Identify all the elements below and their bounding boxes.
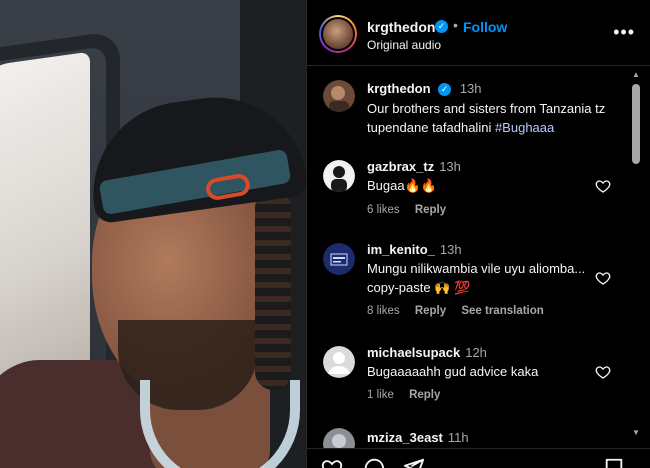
comment-username[interactable]: michaelsupack 12h	[367, 345, 487, 360]
post-panel: krgthedon ✓ • Follow Original audio ••• …	[306, 0, 650, 468]
reply-button[interactable]: Reply	[415, 305, 446, 317]
scroll-down-arrow-icon[interactable]: ▼	[632, 428, 640, 437]
heart-icon[interactable]	[595, 364, 611, 380]
avatar[interactable]	[319, 15, 357, 53]
comment-time: 13h	[439, 242, 462, 257]
likes-count[interactable]: 6 likes	[367, 204, 400, 216]
likes-count[interactable]: 1 like	[367, 389, 394, 401]
caption-username[interactable]: krgthedon ✓ 13h	[367, 81, 482, 96]
hashtag-link[interactable]: #Bughaaa	[495, 120, 554, 135]
comment-username[interactable]: mziza_3east 11h	[367, 430, 469, 445]
follow-button[interactable]: Follow	[463, 19, 507, 35]
avatar[interactable]	[323, 80, 355, 112]
braids	[255, 190, 291, 390]
comment-text: Bugaa🔥🔥	[367, 178, 437, 193]
comment-time: 12h	[465, 345, 487, 360]
audio-link[interactable]: Original audio	[367, 38, 441, 52]
separator-dot: •	[453, 17, 458, 33]
scrollbar-thumb[interactable]	[632, 84, 640, 164]
comment-time: 13h	[439, 159, 461, 174]
share-icon[interactable]	[403, 457, 425, 468]
post-header: krgthedon ✓ • Follow Original audio •••	[307, 0, 650, 66]
reel-video[interactable]	[0, 0, 306, 468]
caption-text: Our brothers and sisters from Tanzania t…	[367, 101, 606, 135]
verified-badge-icon: ✓	[438, 83, 452, 96]
bookmark-icon[interactable]	[603, 457, 625, 468]
comments-list[interactable]: krgthedon ✓ 13h Our brothers and sisters…	[307, 66, 650, 448]
avatar[interactable]	[323, 243, 355, 275]
comment-meta: 6 likes Reply	[367, 204, 458, 216]
more-options-icon[interactable]: •••	[613, 22, 635, 43]
comment-meta: 8 likes Reply See translation	[367, 305, 556, 317]
reply-button[interactable]: Reply	[409, 389, 440, 401]
reply-button[interactable]: Reply	[415, 204, 446, 216]
avatar[interactable]	[323, 346, 355, 378]
scroll-up-arrow-icon[interactable]: ▲	[632, 70, 640, 79]
chain-necklace	[140, 380, 300, 468]
comment-username[interactable]: gazbrax_tz 13h	[367, 159, 461, 174]
comment-text: Bugaaaaahh gud advice kaka	[367, 364, 539, 379]
verified-badge-icon: ✓	[435, 20, 448, 33]
comment-time: 11h	[447, 430, 469, 445]
caption-time: 13h	[459, 81, 482, 96]
comment-text: Mungu nilikwambia vile uyu aliomba... co…	[367, 261, 586, 295]
see-translation-button[interactable]: See translation	[461, 305, 543, 317]
likes-count[interactable]: 8 likes	[367, 305, 400, 317]
avatar[interactable]	[323, 160, 355, 192]
heart-icon[interactable]	[595, 270, 611, 286]
author-username[interactable]: krgthedon	[367, 19, 435, 35]
avatar[interactable]	[323, 428, 355, 448]
heart-icon[interactable]	[595, 178, 611, 194]
comment-username[interactable]: im_kenito_ 13h	[367, 242, 462, 257]
comment-icon[interactable]	[363, 457, 385, 468]
comment-meta: 1 like Reply	[367, 389, 452, 401]
action-bar	[307, 448, 650, 468]
heart-icon[interactable]	[321, 457, 343, 468]
